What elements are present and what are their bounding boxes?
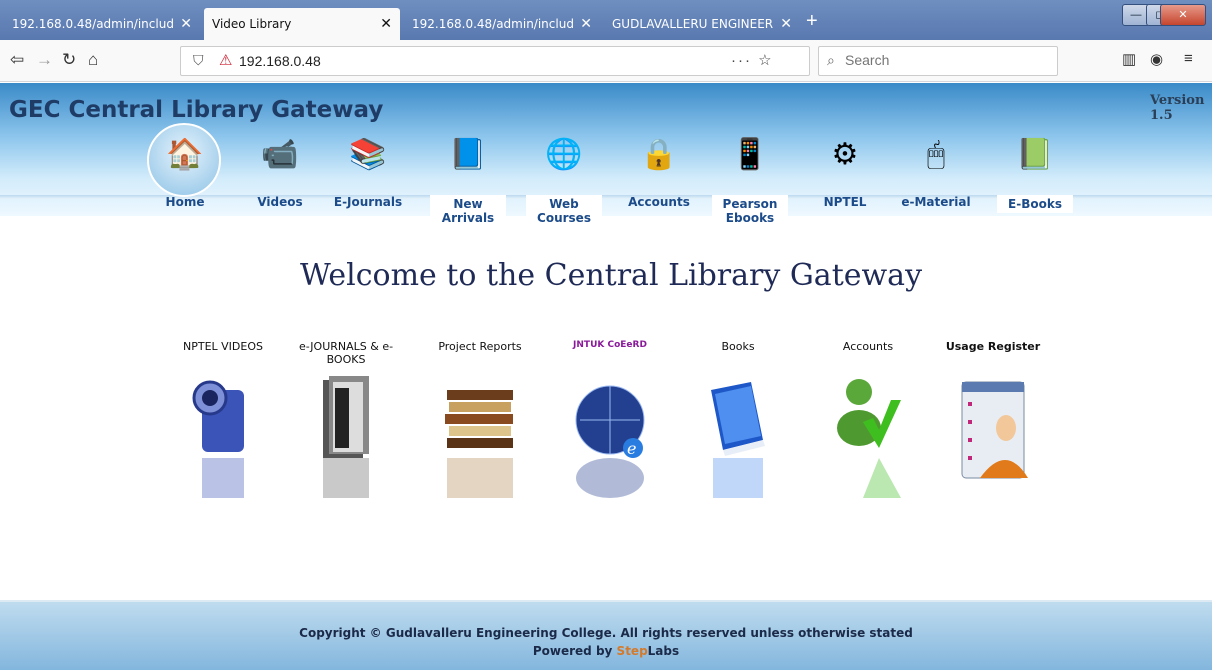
tile-label: Usage Register: [945, 340, 1041, 353]
nav-label: Pearson Ebooks: [712, 195, 788, 227]
site-header: GEC Central Library Gateway Version 1.5 …: [0, 83, 1212, 227]
user-check-reflection: [863, 458, 901, 498]
tile-label: NPTEL VIDEOS: [183, 340, 263, 353]
padlock-icon: 🔒: [640, 138, 678, 171]
tile-usage-register[interactable]: Usage Register: [933, 340, 1053, 510]
shield-icon[interactable]: ⛉: [193, 52, 204, 69]
ebooks-icon: 📗: [1016, 138, 1054, 171]
search-input[interactable]: [845, 52, 1045, 68]
new-tab-button[interactable]: +: [806, 10, 818, 33]
url-text[interactable]: 192.168.0.48: [239, 53, 321, 69]
tile-label: e-JOURNALS & e-BOOKS: [298, 340, 394, 366]
brand-name-step[interactable]: Step: [617, 644, 648, 658]
nav-item-new-arrivals[interactable]: 📘 New Arrivals: [418, 133, 518, 227]
browser-tab[interactable]: 192.168.0.48/admin/includes/main ✕: [4, 8, 200, 40]
account-icon[interactable]: ◉: [1150, 50, 1163, 68]
close-tab-icon[interactable]: ✕: [380, 16, 392, 32]
version-label: Version 1.5: [1150, 93, 1205, 123]
url-bar[interactable]: ⛉ ⚠ 192.168.0.48 ··· ☆: [180, 46, 810, 76]
tile-ejournals-ebooks[interactable]: e-JOURNALS & e-BOOKS: [286, 340, 406, 510]
site-title: GEC Central Library Gateway: [9, 97, 384, 123]
user-check-icon: [837, 379, 901, 448]
reports-stack-icon: [445, 390, 513, 448]
search-icon: ⌕: [827, 52, 835, 68]
tile-label: Project Reports: [438, 340, 522, 353]
tile-label: Accounts: [842, 340, 894, 353]
close-tab-icon[interactable]: ✕: [180, 16, 192, 32]
tile-jntuk-coeerd[interactable]: JNTUK CoEeRD e: [550, 340, 670, 510]
nav-label: New Arrivals: [430, 195, 506, 227]
nav-item-web-courses[interactable]: 🌐 Web Courses: [514, 133, 614, 227]
nav-label: E-Books: [997, 195, 1073, 213]
nav-item-pearson-ebooks[interactable]: 📱 Pearson Ebooks: [700, 133, 800, 227]
menu-icon[interactable]: ≡: [1184, 50, 1193, 67]
new-arrivals-icon: 📘: [449, 138, 487, 171]
tile-books[interactable]: Books: [678, 340, 798, 510]
book-stack-reflection: [323, 458, 369, 498]
video-camera-icon: 📹: [261, 138, 299, 171]
nav-label: e-Material: [901, 195, 971, 209]
svg-text:e: e: [627, 439, 636, 458]
home-button-icon[interactable]: ⌂: [88, 50, 98, 70]
page-actions-icon[interactable]: ··· ☆: [731, 51, 774, 69]
journal-books-icon: 📚: [349, 138, 387, 171]
nav-item-nptel[interactable]: ⚙ NPTEL: [795, 133, 895, 213]
nav-item-e-journals[interactable]: 📚 E-Journals: [318, 133, 418, 213]
tile-label: Books: [721, 340, 755, 353]
home-icon: 🏠: [166, 138, 204, 171]
nav-item-videos[interactable]: 📹 Videos: [230, 133, 330, 213]
camcorder-icon: [192, 380, 244, 452]
browser-tab[interactable]: 192.168.0.48/admin/includes/main ✕: [404, 8, 600, 40]
nav-label: E-Journals: [333, 195, 403, 209]
tile-label: JNTUK CoEeRD: [573, 340, 647, 350]
book-stack-icon: [323, 376, 369, 458]
nav-label: Accounts: [628, 195, 690, 209]
camcorder-reflection: [202, 458, 244, 498]
powered-by-prefix: Powered by: [532, 644, 617, 658]
blue-book-reflection: [713, 458, 763, 498]
nav-item-home[interactable]: 🏠 Home: [135, 123, 235, 213]
browser-tab-active[interactable]: Video Library ✕: [204, 8, 400, 40]
close-tab-icon[interactable]: ✕: [580, 16, 592, 32]
powered-by-text: Powered by StepLabs: [0, 644, 1212, 658]
tile-nptel-videos[interactable]: NPTEL VIDEOS: [163, 340, 283, 510]
browser-nav-bar: ⇦ → ↻ ⌂ ⛉ ⚠ 192.168.0.48 ··· ☆ ⌕ ▥ ◉ ≡: [0, 40, 1212, 82]
globe-icon: 🌐: [545, 138, 583, 171]
cursor-click-icon: 🖱: [927, 138, 945, 171]
tab-title: Video Library: [212, 17, 292, 31]
tile-accounts[interactable]: Accounts: [808, 340, 928, 510]
nav-item-e-material[interactable]: 🖱 e-Material: [886, 133, 986, 213]
back-arrow-icon[interactable]: ⇦: [10, 50, 24, 70]
nav-item-e-books[interactable]: 📗 E-Books: [985, 133, 1085, 213]
nav-label: NPTEL: [823, 195, 867, 209]
site-footer: Copyright © Gudlavalleru Engineering Col…: [0, 600, 1212, 670]
welcome-heading: Welcome to the Central Library Gateway: [299, 258, 923, 293]
nptel-logo-icon: ⚙: [831, 138, 859, 171]
blue-book-icon: [711, 382, 765, 456]
forward-arrow-icon[interactable]: →: [36, 50, 53, 70]
tab-title: 192.168.0.48/admin/includes/main: [412, 17, 574, 31]
tab-title: GUDLAVALLERU ENGINEERING CO: [612, 17, 774, 31]
tab-title: 192.168.0.48/admin/includes/main: [12, 17, 174, 31]
nav-label: Videos: [257, 195, 303, 209]
copyright-text: Copyright © Gudlavalleru Engineering Col…: [299, 626, 913, 640]
insecure-lock-icon[interactable]: ⚠: [219, 51, 232, 69]
reports-stack-reflection: [447, 458, 513, 498]
ebook-reader-icon: 📱: [731, 138, 769, 171]
register-user-icon: [961, 381, 1028, 479]
tile-project-reports[interactable]: Project Reports: [420, 340, 540, 510]
sidebar-icon[interactable]: ▥: [1122, 50, 1136, 68]
close-window-button[interactable]: ✕: [1160, 4, 1206, 26]
nav-label: Web Courses: [526, 195, 602, 227]
search-box[interactable]: ⌕: [818, 46, 1058, 76]
browser-tab-bar: 192.168.0.48/admin/includes/main ✕ Video…: [0, 0, 1212, 40]
globe-reflection: [576, 458, 644, 498]
close-tab-icon[interactable]: ✕: [780, 16, 792, 32]
browser-tab[interactable]: GUDLAVALLERU ENGINEERING CO ✕: [604, 8, 800, 40]
brand-name-labs[interactable]: Labs: [648, 644, 679, 658]
nav-item-accounts[interactable]: 🔒 Accounts: [609, 133, 709, 213]
nav-label: Home: [165, 195, 205, 209]
reload-icon[interactable]: ↻: [62, 50, 76, 70]
globe-ie-icon: e: [575, 385, 645, 458]
